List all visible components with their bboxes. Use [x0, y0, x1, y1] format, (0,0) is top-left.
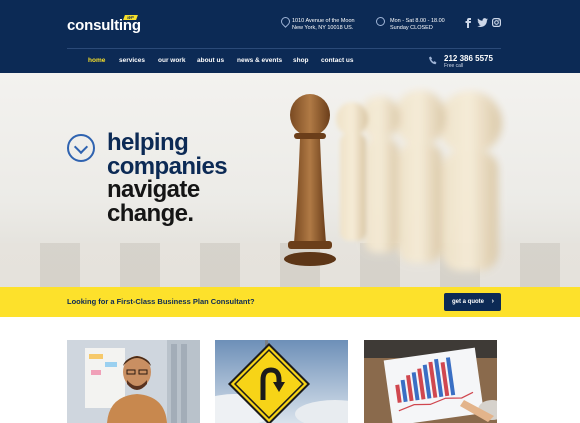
address-info: 1010 Avenue of the Moon New York, NY 100… [292, 18, 355, 32]
compass-icon [67, 134, 95, 162]
hours-line-1: Mon - Sat 8.00 - 18.00 [390, 18, 445, 24]
nav-item-our-work[interactable]: our work [158, 57, 185, 64]
services-cards [0, 317, 580, 423]
facebook-icon[interactable] [464, 18, 472, 28]
hero-line-4: change. [107, 199, 194, 227]
phone-caption: Free call [444, 63, 464, 69]
hours-line-2: Sunday CLOSED [390, 25, 433, 31]
nav-item-about-us[interactable]: about us [197, 57, 224, 64]
twitter-icon[interactable] [477, 18, 488, 28]
chess-pieces-image [284, 90, 502, 271]
hero-line-1: helping [107, 129, 189, 156]
nav-item-services[interactable]: services [119, 57, 145, 64]
hero-section: helping companies navigate change. [0, 73, 580, 287]
card-image-charts[interactable] [364, 340, 497, 423]
chevron-right-icon: › [491, 298, 494, 305]
phone-icon [429, 56, 437, 65]
logo-badge: WP [123, 15, 138, 20]
nav-item-contact-us[interactable]: contact us [321, 57, 354, 64]
hours-info: Mon - Sat 8.00 - 18.00 Sunday CLOSED [390, 18, 445, 32]
nav-item-home[interactable]: home [88, 57, 105, 64]
nav-item-news-events[interactable]: news & events [237, 57, 282, 64]
cta-band: Looking for a First-Class Business Plan … [0, 287, 580, 317]
nav-item-shop[interactable]: shop [293, 57, 309, 64]
card-image-consultant[interactable] [67, 340, 200, 423]
cta-text: Looking for a First-Class Business Plan … [67, 297, 255, 306]
hero-line-2: companies [107, 152, 228, 180]
main-navigation: home services our work about us news & e… [67, 48, 501, 72]
hero-headline: helping companies navigate change. [107, 129, 228, 227]
map-pin-icon [279, 15, 292, 28]
get-quote-label: get a quote [452, 299, 485, 305]
card-image-road-sign[interactable] [215, 340, 348, 423]
instagram-icon[interactable] [492, 18, 502, 28]
address-line-2: New York, NY 10018 US. [292, 25, 354, 31]
phone-number[interactable]: 212 386 5575 [444, 54, 493, 63]
get-quote-button[interactable]: get a quote › [444, 293, 501, 311]
clock-icon [376, 17, 385, 26]
address-line-1: 1010 Avenue of the Moon [292, 18, 355, 24]
hero-line-3: navigate [107, 176, 200, 203]
